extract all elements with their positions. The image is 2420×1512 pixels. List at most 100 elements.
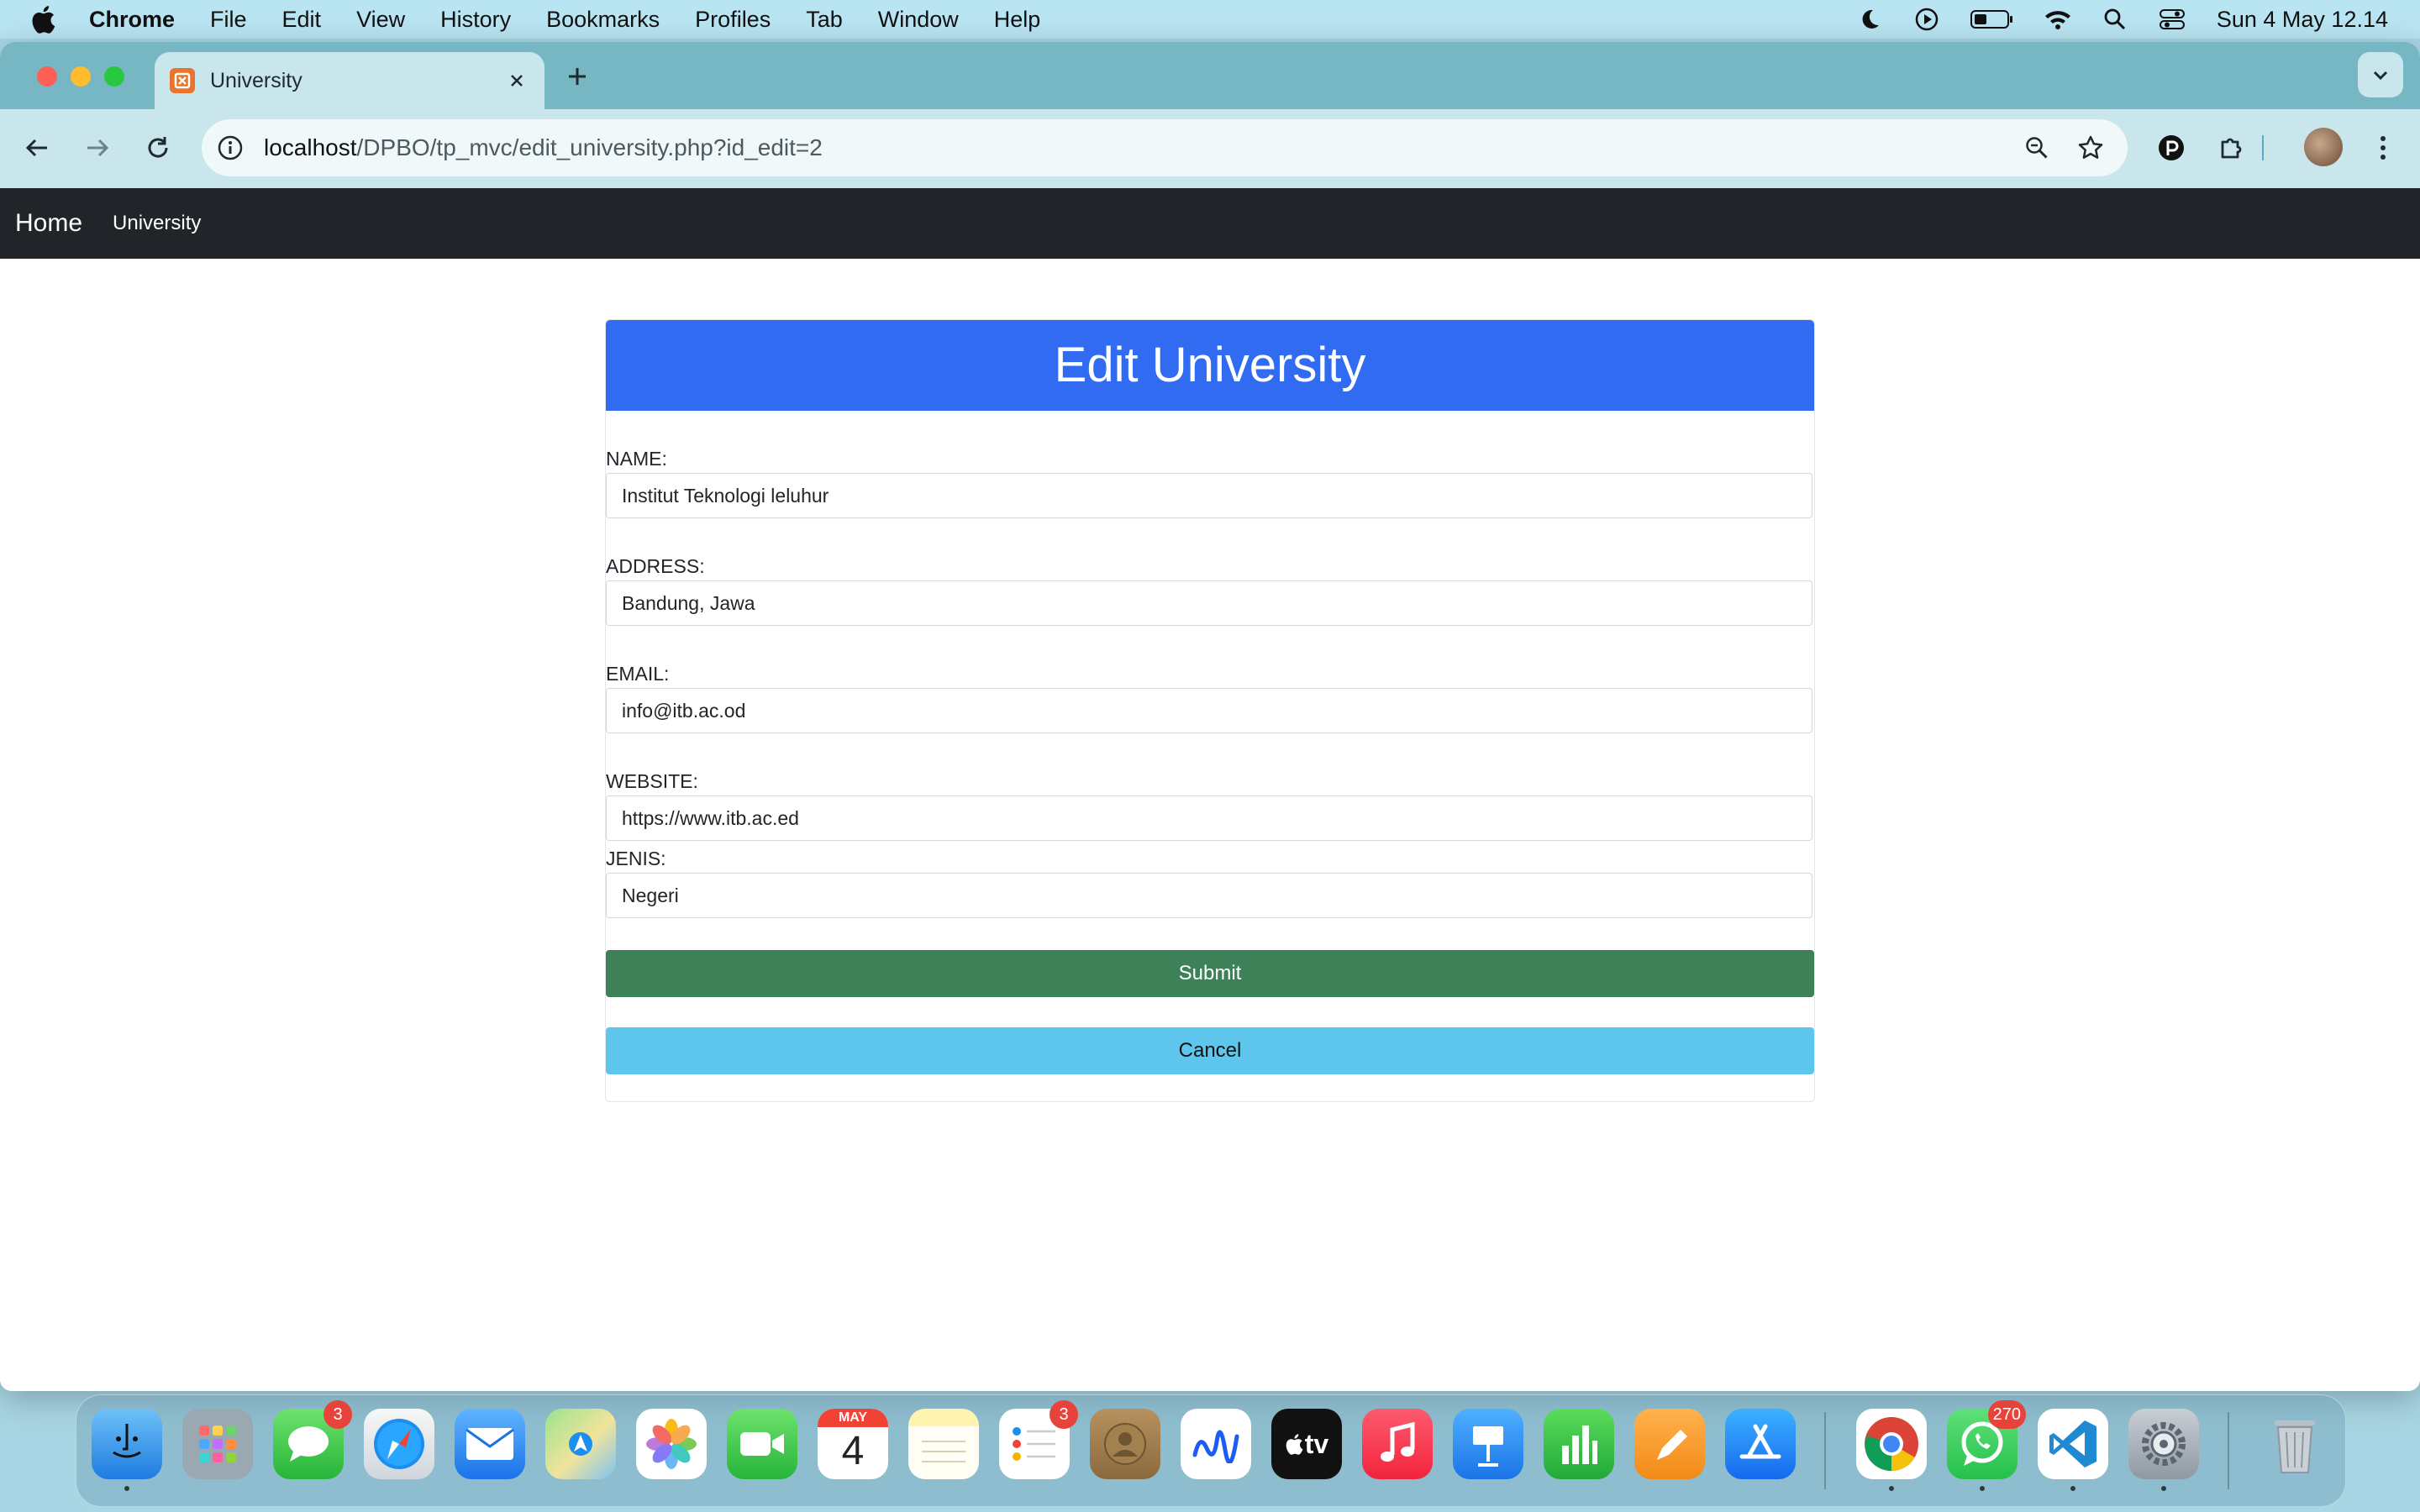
navbar-brand-home[interactable]: Home: [15, 209, 82, 238]
menu-edit[interactable]: Edit: [282, 7, 322, 33]
mail-icon[interactable]: [455, 1409, 525, 1479]
launchpad-icon[interactable]: [182, 1409, 253, 1479]
address-bar[interactable]: localhost/DPBO/tp_mvc/edit_university.ph…: [202, 119, 2128, 176]
address-label: ADDRESS:: [606, 555, 705, 577]
dock-separator-trash: [2228, 1412, 2229, 1489]
settings-running-dot: [2161, 1486, 2166, 1491]
site-navbar: Home University: [0, 188, 2420, 259]
email-label: EMAIL:: [606, 663, 670, 685]
messages-icon[interactable]: 3: [273, 1400, 352, 1479]
url-host: localhost: [264, 134, 357, 160]
url-path: /DPBO/tp_mvc/edit_university.php?id_edit…: [356, 134, 823, 160]
browser-window: University localhost/DPBO/tp_mvc/edit_un…: [0, 42, 2420, 1391]
profile-avatar[interactable]: [2304, 128, 2343, 166]
system-settings-gear-icon[interactable]: [2128, 1409, 2199, 1491]
forward-arrow-icon[interactable]: [81, 131, 114, 165]
whatsapp-badge: 270: [1987, 1400, 2026, 1429]
menu-view[interactable]: View: [356, 7, 405, 33]
apple-tv-icon[interactable]: tv: [1271, 1409, 1342, 1479]
whatsapp-icon[interactable]: 270: [1947, 1400, 2026, 1491]
menubar-status-area: Sun 4 May 12.14: [1827, 0, 2388, 39]
notes-icon[interactable]: [908, 1409, 979, 1479]
extensions-puzzle-icon[interactable]: [2215, 131, 2249, 165]
vscode-running-dot: [2070, 1486, 2075, 1491]
trash-icon[interactable]: [2260, 1409, 2330, 1479]
music-icon[interactable]: [1362, 1409, 1433, 1479]
tab-strip: University: [0, 42, 2420, 109]
calendar-icon[interactable]: MAY 4: [818, 1409, 888, 1479]
edit-university-card: Edit University NAME: ADDRESS: EMAIL: WE…: [605, 319, 1815, 1102]
control-center-icon[interactable]: [2158, 7, 2186, 32]
freeform-icon[interactable]: [1181, 1409, 1251, 1479]
site-info-icon[interactable]: [213, 131, 247, 165]
jenis-input[interactable]: [606, 873, 1812, 918]
app-store-icon[interactable]: [1725, 1409, 1796, 1479]
xampp-favicon-icon: [170, 68, 195, 93]
apple-logo-icon[interactable]: [30, 5, 55, 34]
menu-history[interactable]: History: [440, 7, 511, 33]
browser-toolbar: localhost/DPBO/tp_mvc/edit_university.ph…: [0, 109, 2420, 188]
reminders-icon[interactable]: 3: [999, 1400, 1078, 1479]
window-close-button[interactable]: [37, 66, 57, 87]
menu-app-name[interactable]: Chrome: [89, 7, 175, 33]
chrome-icon[interactable]: [1856, 1409, 1927, 1491]
contacts-icon[interactable]: [1090, 1409, 1160, 1479]
safari-icon[interactable]: [364, 1409, 434, 1479]
finder-running-dot: [124, 1486, 129, 1491]
chrome-running-dot: [1889, 1486, 1894, 1491]
pages-icon[interactable]: [1634, 1409, 1705, 1479]
calendar-day: 4: [841, 1429, 865, 1473]
dock-separator: [1824, 1412, 1826, 1489]
tab-search-chevron-down-icon[interactable]: [2358, 52, 2403, 97]
menu-tab[interactable]: Tab: [806, 7, 843, 33]
tab-close-icon[interactable]: [504, 68, 529, 93]
website-label: WEBSITE:: [606, 770, 698, 792]
submit-button[interactable]: Submit: [606, 950, 1814, 997]
messages-badge: 3: [324, 1400, 352, 1429]
name-label: NAME:: [606, 448, 667, 470]
menu-file[interactable]: File: [210, 7, 247, 33]
bookmark-star-icon[interactable]: [2074, 131, 2107, 165]
address-input[interactable]: [606, 580, 1812, 626]
more-menu-icon[interactable]: [2366, 131, 2400, 165]
apple-tv-label: tv: [1304, 1428, 1329, 1459]
whatsapp-running-dot: [1980, 1486, 1985, 1491]
email-input[interactable]: [606, 688, 1812, 733]
reminders-badge: 3: [1050, 1400, 1078, 1429]
toolbar-divider: [2260, 131, 2265, 165]
website-input[interactable]: [606, 795, 1812, 841]
play-circle-icon[interactable]: [1912, 7, 1941, 32]
window-minimize-button[interactable]: [71, 66, 91, 87]
vscode-icon[interactable]: [2038, 1409, 2108, 1491]
wifi-icon[interactable]: [2044, 7, 2072, 32]
macos-dock: 3 MAY 4 3 tv 270: [76, 1394, 2346, 1507]
menu-window[interactable]: Window: [878, 7, 959, 33]
name-input[interactable]: [606, 473, 1812, 518]
battery-icon[interactable]: [1970, 7, 2015, 32]
spotlight-search-icon[interactable]: [2101, 7, 2129, 32]
url-text[interactable]: localhost/DPBO/tp_mvc/edit_university.ph…: [264, 134, 2020, 161]
new-tab-plus-icon[interactable]: [565, 64, 590, 89]
extension-p-icon[interactable]: [2154, 131, 2188, 165]
calendar-month: MAY: [818, 1409, 888, 1427]
macos-menubar: Chrome File Edit View History Bookmarks …: [0, 0, 2420, 39]
browser-tab-university[interactable]: University: [155, 52, 544, 109]
reload-icon[interactable]: [141, 131, 175, 165]
facetime-icon[interactable]: [727, 1409, 797, 1479]
numbers-icon[interactable]: [1544, 1409, 1614, 1479]
window-zoom-button[interactable]: [104, 66, 124, 87]
menu-help[interactable]: Help: [994, 7, 1041, 33]
navbar-link-university[interactable]: University: [113, 212, 201, 235]
finder-icon[interactable]: [92, 1409, 162, 1491]
zoom-icon[interactable]: [2020, 131, 2054, 165]
menu-profiles[interactable]: Profiles: [695, 7, 771, 33]
menu-bookmarks[interactable]: Bookmarks: [546, 7, 660, 33]
cancel-button[interactable]: Cancel: [606, 1027, 1814, 1074]
menubar-clock[interactable]: Sun 4 May 12.14: [2217, 7, 2388, 33]
card-title: Edit University: [606, 320, 1814, 411]
photos-icon[interactable]: [636, 1409, 707, 1479]
keynote-icon[interactable]: [1453, 1409, 1523, 1479]
back-arrow-icon[interactable]: [20, 131, 54, 165]
moon-icon[interactable]: [1855, 7, 1884, 32]
maps-icon[interactable]: [545, 1409, 616, 1479]
